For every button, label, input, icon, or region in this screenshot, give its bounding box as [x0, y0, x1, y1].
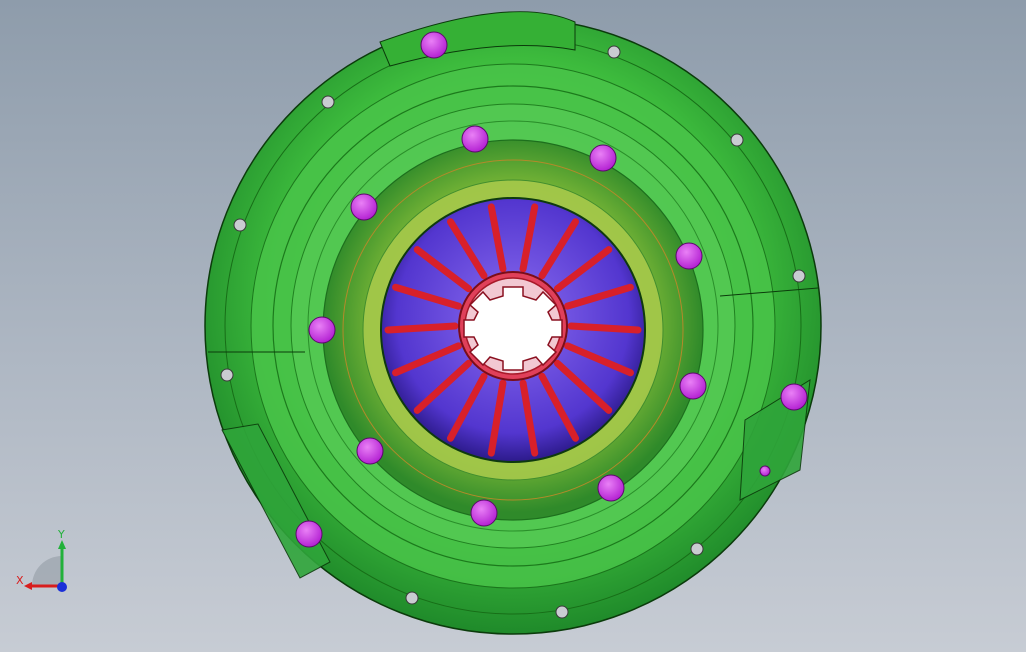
axis-triad: X Y: [16, 530, 67, 592]
clutch-hub: [380, 197, 646, 463]
bolt-head: [589, 144, 617, 172]
clutch-pressure-plate-model[interactable]: [0, 0, 1026, 652]
bolt-head: [470, 499, 498, 527]
bolt-head: [420, 31, 448, 59]
x-axis-label: X: [16, 574, 24, 587]
bolt-head: [350, 193, 378, 221]
bolt-head: [780, 383, 808, 411]
splined-bore: [463, 286, 563, 371]
y-axis-label: Y: [57, 530, 65, 541]
bolt-head: [597, 474, 625, 502]
diaphragm-finger: [567, 322, 642, 334]
bolt-head: [679, 372, 707, 400]
bolt-head: [295, 520, 323, 548]
diaphragm-finger: [384, 322, 459, 334]
z-axis-dot: [57, 582, 67, 592]
cad-viewport[interactable]: X Y: [0, 0, 1026, 652]
bolt-head: [356, 437, 384, 465]
bolt-head: [308, 316, 336, 344]
bolt-head: [461, 125, 489, 153]
bolt-head: [759, 465, 771, 477]
bolt-head: [675, 242, 703, 270]
